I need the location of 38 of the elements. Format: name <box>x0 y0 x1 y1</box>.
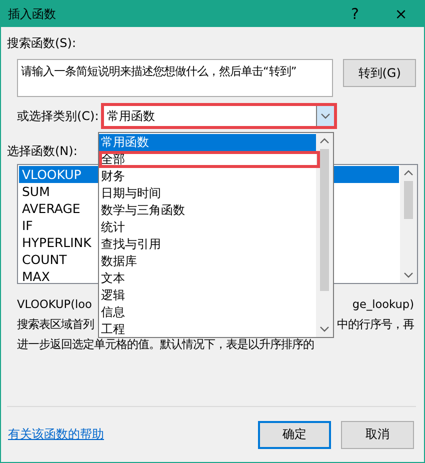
scrollbar[interactable] <box>316 133 333 337</box>
category-dropdown[interactable]: 常用函数 <box>100 103 337 129</box>
scroll-down-icon[interactable] <box>320 326 329 332</box>
dropdown-option[interactable]: 信息 <box>99 304 316 321</box>
help-button[interactable]: ? <box>332 1 378 27</box>
category-label: 或选择类别(C): <box>17 108 99 124</box>
dropdown-option[interactable]: 常用函数 <box>99 134 316 151</box>
close-button[interactable]: × <box>378 1 424 27</box>
dropdown-option[interactable]: 全部 <box>99 151 320 168</box>
dropdown-option[interactable]: 日期与时间 <box>99 185 316 202</box>
scrollbar-thumb[interactable] <box>404 181 413 220</box>
function-description: 搜索表区域首列 <box>17 317 94 333</box>
dropdown-option[interactable]: 查找与引用 <box>99 236 316 253</box>
function-description: 中的行序号，再 <box>337 317 414 333</box>
function-signature: ge_lookup) <box>352 297 414 313</box>
window-title: 插入函数 <box>8 6 57 22</box>
dropdown-option[interactable]: 统计 <box>99 219 316 236</box>
function-signature: VLOOKUP(loo <box>17 297 92 313</box>
function-description: 进一步返回选定单元格的值。默认情况下，表是以升序排序的 <box>17 337 314 353</box>
dropdown-option[interactable]: 文本 <box>99 270 316 287</box>
scrollbar-thumb[interactable] <box>320 149 329 291</box>
ok-button[interactable]: 确定 <box>258 420 331 448</box>
scroll-up-icon[interactable] <box>320 138 329 144</box>
dropdown-option[interactable]: 数据库 <box>99 253 316 270</box>
cancel-button[interactable]: 取消 <box>341 420 414 448</box>
go-button[interactable]: 转到(G) <box>343 59 416 87</box>
dropdown-option[interactable]: 逻辑 <box>99 287 316 304</box>
dropdown-option[interactable]: 工程 <box>99 321 316 338</box>
search-label: 搜索函数(S): <box>7 35 78 51</box>
dropdown-value: 常用函数 <box>106 108 156 124</box>
scroll-down-icon[interactable] <box>404 272 413 278</box>
scrollbar[interactable] <box>400 165 417 283</box>
help-link[interactable]: 有关该函数的帮助 <box>8 426 248 443</box>
scroll-up-icon[interactable] <box>404 170 413 176</box>
chevron-down-icon[interactable] <box>320 113 330 119</box>
dropdown-option[interactable]: 数学与三角函数 <box>99 202 316 219</box>
search-field[interactable]: 请输入一条简短说明来描述您想做什么，然后单击“转到” <box>17 59 334 97</box>
dropdown-option[interactable]: 财务 <box>99 168 316 185</box>
